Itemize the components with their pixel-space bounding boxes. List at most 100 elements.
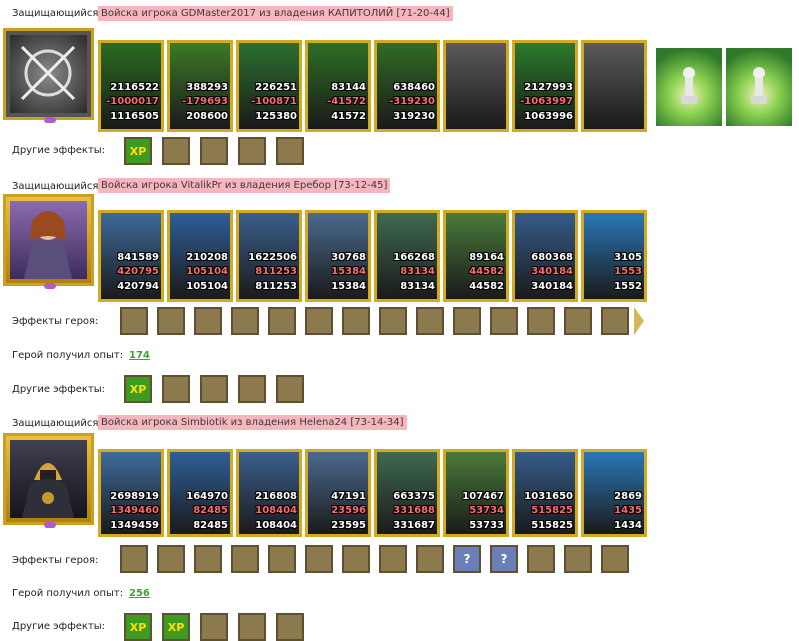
unit-stack[interactable]: 841589 420795 420794 xyxy=(98,210,164,302)
shield-icon[interactable] xyxy=(157,545,185,573)
bow-icon[interactable] xyxy=(490,307,518,335)
effect-label: XP xyxy=(167,620,185,634)
armor2-icon[interactable] xyxy=(564,307,592,335)
unit-count-lost: 811253 xyxy=(255,266,297,277)
boot-icon[interactable] xyxy=(200,375,228,403)
helmet-icon[interactable] xyxy=(342,307,370,335)
sword-green-icon[interactable] xyxy=(231,307,259,335)
unit-count-total: 680368 xyxy=(531,252,573,263)
unit-portrait xyxy=(446,43,506,129)
hero-level-marker xyxy=(44,117,56,123)
unit-stack[interactable]: 30768 15384 15384 xyxy=(305,210,371,302)
xp-icon[interactable]: XP xyxy=(124,613,152,641)
hand-shield-icon[interactable] xyxy=(194,545,222,573)
unit-count-remaining: 1434 xyxy=(614,520,642,531)
armor-icon[interactable] xyxy=(379,307,407,335)
unit-stack[interactable]: 663375 331688 331687 xyxy=(374,449,440,537)
barrel-icon[interactable] xyxy=(342,545,370,573)
hand-shield-icon[interactable] xyxy=(194,307,222,335)
unit-count-lost: 1349460 xyxy=(110,505,159,516)
unit-count-remaining: 44582 xyxy=(469,281,504,292)
unit-count-total: 166268 xyxy=(393,252,435,263)
sword-icon[interactable] xyxy=(238,137,266,165)
hand-sword-icon[interactable] xyxy=(268,545,296,573)
unit-count-total: 2869 xyxy=(614,491,642,502)
ring-icon[interactable] xyxy=(453,307,481,335)
unit-stack[interactable]: 2116522 -1000017 1116505 xyxy=(98,40,164,132)
hero-exp-value: 174 xyxy=(129,350,150,361)
amulet-icon[interactable] xyxy=(379,545,407,573)
sword-icon[interactable] xyxy=(276,137,304,165)
unit-stack[interactable]: 89164 44582 44582 xyxy=(443,210,509,302)
unit-count-remaining: 515825 xyxy=(531,520,573,531)
hero-portrait[interactable] xyxy=(3,433,94,528)
unit-count-lost: 82485 xyxy=(193,505,228,516)
army-banner[interactable]: Войска игрока GDMaster2017 из владения К… xyxy=(98,6,453,21)
defender-label: Защищающийся xyxy=(12,8,99,19)
unit-stack[interactable]: 680368 340184 340184 xyxy=(512,210,578,302)
army-banner[interactable]: Войска игрока VitalikPr из владения Ереб… xyxy=(98,178,391,193)
unit-stack[interactable]: 2698919 1349460 1349459 xyxy=(98,449,164,537)
sword-icon[interactable] xyxy=(276,375,304,403)
unit-stack[interactable]: 47191 23596 23595 xyxy=(305,449,371,537)
unit-count-total: 30768 xyxy=(331,252,366,263)
hero-portrait[interactable] xyxy=(3,194,94,289)
horn-icon[interactable] xyxy=(564,545,592,573)
sword-green-icon[interactable] xyxy=(231,545,259,573)
unit-stack[interactable]: 166268 83134 83134 xyxy=(374,210,440,302)
unit-stack[interactable] xyxy=(443,40,509,132)
unit-count-remaining: 1116505 xyxy=(110,111,159,122)
unit-count-remaining: 125380 xyxy=(255,111,297,122)
shield-icon[interactable] xyxy=(157,307,185,335)
hero-level-marker xyxy=(44,283,56,289)
chain-icon[interactable] xyxy=(527,545,555,573)
xp-icon[interactable]: XP xyxy=(124,375,152,403)
unit-count-total: 1622506 xyxy=(248,252,297,263)
unit-stack[interactable]: 226251 -100871 125380 xyxy=(236,40,302,132)
question-icon[interactable]: ? xyxy=(490,545,518,573)
sword-icon[interactable] xyxy=(527,307,555,335)
unit-stack[interactable]: 2127993 -1063997 1063996 xyxy=(512,40,578,132)
unit-stack[interactable]: 83144 -41572 41572 xyxy=(305,40,371,132)
hand-sword2-icon[interactable] xyxy=(305,545,333,573)
unit-stack[interactable]: 1622506 811253 811253 xyxy=(236,210,302,302)
unit-stack[interactable]: 107467 53734 53733 xyxy=(443,449,509,537)
unit-count-lost: 340184 xyxy=(531,266,573,277)
boot-icon[interactable] xyxy=(200,613,228,641)
unit-stack[interactable]: 216808 108404 108404 xyxy=(236,449,302,537)
boot-icon[interactable] xyxy=(162,137,190,165)
hero-portrait[interactable] xyxy=(3,28,94,123)
skull-icon[interactable] xyxy=(601,307,629,335)
wings-icon[interactable] xyxy=(416,545,444,573)
unit-stack[interactable]: 1031650 515825 515825 xyxy=(512,449,578,537)
unit-count-lost: 44582 xyxy=(469,266,504,277)
unit-stack[interactable]: 2869 1435 1434 xyxy=(581,449,647,537)
xp-icon[interactable]: XP xyxy=(124,137,152,165)
sword-icon[interactable] xyxy=(238,613,266,641)
unit-stack[interactable]: 3105 1553 1552 xyxy=(581,210,647,302)
xp-icon[interactable]: XP xyxy=(162,613,190,641)
unit-stack[interactable]: 210208 105104 105104 xyxy=(167,210,233,302)
unit-stack[interactable]: 638460 -319230 319230 xyxy=(374,40,440,132)
hand-sword2-icon[interactable] xyxy=(305,307,333,335)
staff-icon[interactable] xyxy=(601,545,629,573)
unit-stack[interactable] xyxy=(581,40,647,132)
unit-count-total: 663375 xyxy=(393,491,435,502)
unit-count-total: 164970 xyxy=(186,491,228,502)
boot-dice-icon[interactable] xyxy=(120,307,148,335)
mask-icon[interactable] xyxy=(416,307,444,335)
army-banner[interactable]: Войска игрока Simbiotik из владения Hele… xyxy=(98,415,407,430)
hand-sword-icon[interactable] xyxy=(268,307,296,335)
unit-count-remaining: 811253 xyxy=(255,281,297,292)
boot-icon[interactable] xyxy=(200,137,228,165)
unit-count-remaining: 340184 xyxy=(531,281,573,292)
scroll-right-arrow-icon[interactable] xyxy=(634,307,644,335)
question-icon[interactable]: ? xyxy=(453,545,481,573)
hero-exp-label: Герой получил опыт: xyxy=(12,350,124,361)
sword-icon[interactable] xyxy=(238,375,266,403)
boot-dice-icon[interactable] xyxy=(120,545,148,573)
boot-icon[interactable] xyxy=(162,375,190,403)
sword-icon[interactable] xyxy=(276,613,304,641)
unit-stack[interactable]: 388293 -179693 208600 xyxy=(167,40,233,132)
unit-stack[interactable]: 164970 82485 82485 xyxy=(167,449,233,537)
